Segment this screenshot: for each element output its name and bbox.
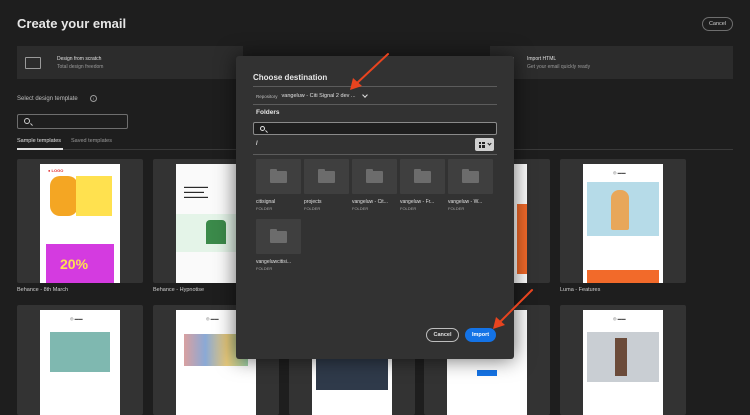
annotation-arrows [350,53,533,329]
arrow-to-repository [350,53,389,90]
arrow-to-import-button [493,289,533,329]
